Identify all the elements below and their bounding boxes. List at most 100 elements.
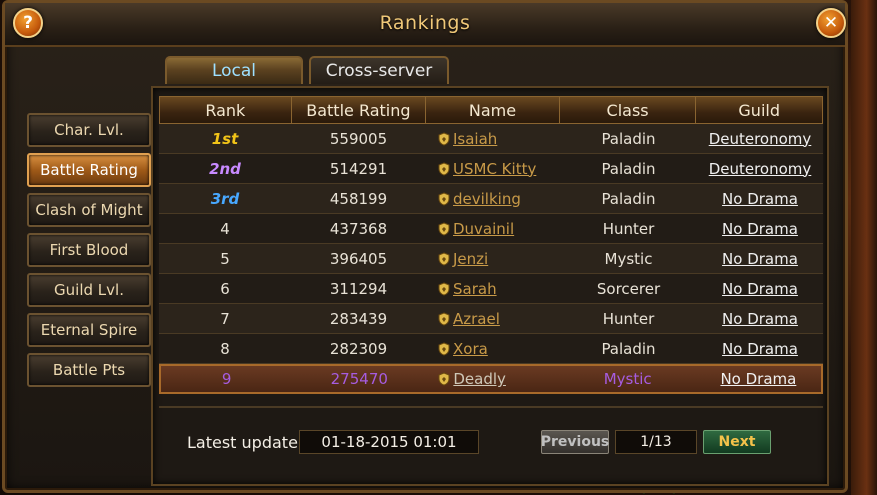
shield-icon (438, 281, 450, 296)
rank-value: 8 (220, 339, 230, 358)
player-name-link[interactable]: Duvainil (453, 220, 514, 238)
table-row[interactable]: 4 437368 Duvainil Hunter No Drama (159, 214, 823, 244)
menu-item-eternal-spire[interactable]: Eternal Spire (27, 313, 151, 347)
guild-link[interactable]: No Drama (722, 190, 798, 208)
previous-button[interactable]: Previous (541, 430, 609, 454)
help-button[interactable]: ? (13, 8, 43, 38)
table-body: 1st 559005 Isaiah Paladin Deuteronomy 2nd 5142… (159, 124, 823, 394)
rank-cell: 6 (159, 274, 291, 303)
class-cell: Paladin (601, 159, 656, 178)
class-cell: Mystic (603, 370, 652, 388)
battle-rating-cell: 396405 (329, 249, 388, 268)
table-row[interactable]: 3rd 458199 devilking Paladin No Drama (159, 184, 823, 214)
game-world-edge (851, 0, 877, 495)
menu-item-first-blood[interactable]: First Blood (27, 233, 151, 267)
ranking-category-menu: Char. Lvl. Battle Rating Clash of Might … (27, 113, 151, 393)
player-name-link[interactable]: Azrael (453, 310, 500, 328)
guild-link[interactable]: No Drama (722, 280, 798, 298)
name-cell: Xora (426, 334, 560, 363)
guild-link[interactable]: No Drama (722, 310, 798, 328)
shield-icon (438, 372, 450, 386)
tab-local[interactable]: Local (165, 56, 303, 84)
shield-icon (438, 251, 450, 266)
battle-rating-cell: 311294 (329, 279, 388, 298)
rank-cell: 7 (159, 304, 291, 333)
menu-item-battle-pts[interactable]: Battle Pts (27, 353, 151, 387)
shield-icon (438, 221, 450, 236)
table-row[interactable]: 9 275470 Deadly Mystic No Drama (159, 364, 823, 394)
guild-cell: Deuteronomy (697, 154, 823, 183)
window-title: Rankings (379, 12, 471, 34)
shield-icon (438, 341, 450, 356)
guild-cell: No Drama (697, 184, 823, 213)
class-cell: Sorcerer (596, 279, 661, 298)
player-name-link[interactable]: Sarah (453, 280, 497, 298)
header-class: Class (560, 97, 697, 123)
battle-rating-cell: 437368 (329, 219, 388, 238)
rank-value: 9 (221, 370, 232, 388)
guild-link[interactable]: No Drama (722, 340, 798, 358)
battle-rating-cell: 559005 (329, 129, 388, 148)
name-cell: Deadly (426, 366, 559, 392)
rank-value: 1st (211, 129, 239, 148)
menu-item-clash-of-might[interactable]: Clash of Might (27, 193, 151, 227)
tab-cross-server[interactable]: Cross-server (309, 56, 449, 84)
rank-cell: 8 (159, 334, 291, 363)
player-name-link[interactable]: Deadly (453, 370, 506, 388)
guild-cell: No Drama (696, 366, 821, 392)
title-bar: Rankings (5, 3, 845, 47)
guild-cell: No Drama (697, 244, 823, 273)
header-guild: Guild (738, 100, 780, 120)
next-button[interactable]: Next (703, 430, 771, 454)
shield-icon (438, 191, 450, 206)
shield-icon (438, 311, 450, 326)
player-name-link[interactable]: devilking (453, 190, 521, 208)
menu-item-battle-rating[interactable]: Battle Rating (27, 153, 151, 187)
close-icon: ✕ (823, 13, 839, 33)
rank-value: 2nd (209, 159, 241, 178)
player-name-link[interactable]: Isaiah (453, 130, 497, 148)
rankings-panel: Rank Battle Rating Name Class Guild 1st 5… (151, 86, 829, 486)
player-name-link[interactable]: USMC Kitty (453, 160, 536, 178)
menu-item-char-lvl[interactable]: Char. Lvl. (27, 113, 151, 147)
guild-cell: Deuteronomy (697, 124, 823, 153)
rankings-window: Rankings ? ✕ Local Cross-server Char. Lv… (2, 0, 848, 493)
rank-value: 3rd (210, 189, 240, 208)
class-cell: Hunter (602, 219, 655, 238)
table-row[interactable]: 2nd 514291 USMC Kitty Paladin Deuteronomy (159, 154, 823, 184)
player-name-link[interactable]: Xora (453, 340, 488, 358)
header-battle-rating: Battle Rating (292, 97, 427, 123)
close-button[interactable]: ✕ (816, 8, 846, 38)
guild-cell: No Drama (697, 274, 823, 303)
rank-cell: 9 (161, 366, 292, 392)
battle-rating-cell: 275470 (330, 370, 388, 388)
guild-cell: No Drama (697, 304, 823, 333)
guild-link[interactable]: Deuteronomy (709, 160, 812, 178)
rank-value: 6 (220, 279, 230, 298)
name-cell: Jenzi (426, 244, 560, 273)
shield-icon (438, 161, 450, 176)
rank-cell: 4 (159, 214, 291, 243)
table-row[interactable]: 6 311294 Sarah Sorcerer No Drama (159, 274, 823, 304)
name-cell: Azrael (426, 304, 560, 333)
table-row[interactable]: 1st 559005 Isaiah Paladin Deuteronomy (159, 124, 823, 154)
class-cell: Paladin (601, 129, 656, 148)
name-cell: Sarah (426, 274, 560, 303)
name-cell: Isaiah (426, 124, 560, 153)
latest-update-label: Latest update (187, 433, 298, 452)
guild-link[interactable]: No Drama (722, 250, 798, 268)
menu-item-guild-lvl[interactable]: Guild Lvl. (27, 273, 151, 307)
rank-value: 4 (220, 219, 230, 238)
guild-link[interactable]: Deuteronomy (709, 130, 812, 148)
guild-link[interactable]: No Drama (722, 220, 798, 238)
rankings-footer: Latest update 01-18-2015 01:01 Previous … (159, 406, 823, 480)
table-row[interactable]: 8 282309 Xora Paladin No Drama (159, 334, 823, 364)
question-icon: ? (23, 13, 33, 33)
latest-update-value: 01-18-2015 01:01 (299, 430, 479, 454)
player-name-link[interactable]: Jenzi (453, 250, 488, 268)
table-row[interactable]: 7 283439 Azrael Hunter No Drama (159, 304, 823, 334)
guild-link[interactable]: No Drama (720, 370, 796, 388)
rank-value: 7 (220, 309, 230, 328)
class-cell: Hunter (602, 309, 655, 328)
table-row[interactable]: 5 396405 Jenzi Mystic No Drama (159, 244, 823, 274)
